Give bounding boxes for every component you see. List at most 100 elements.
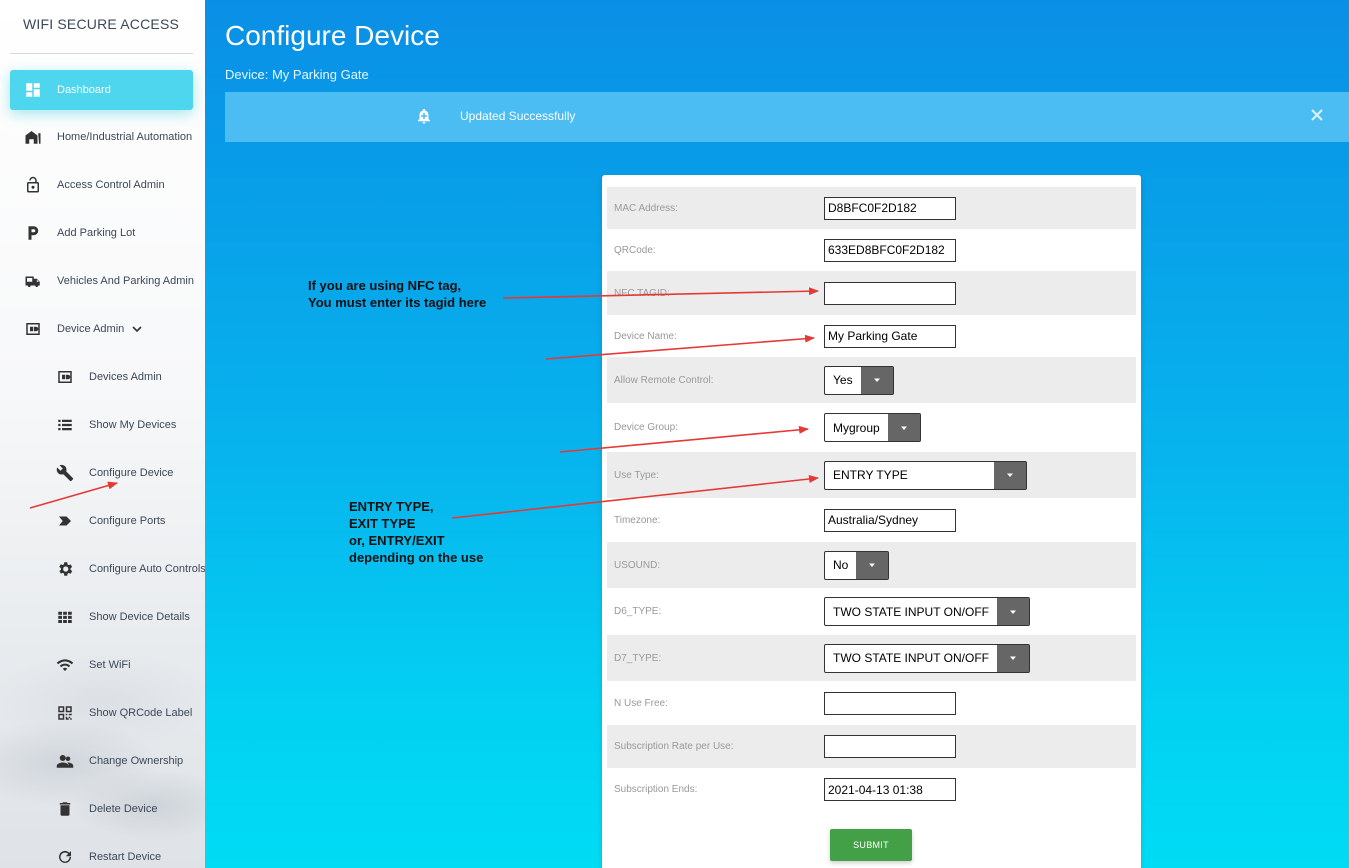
form-row-usound: USOUND: No [607, 542, 1136, 588]
success-alert: Updated Successfully [225, 92, 1349, 142]
subscription-rate-input[interactable] [824, 735, 956, 758]
remote-control-label: Allow Remote Control: [614, 374, 714, 386]
form-row-d7-type: D7_TYPE: TWO STATE INPUT ON/OFF [607, 635, 1136, 681]
sidebar-item-label: Configure Auto Controls [89, 563, 205, 575]
form-row-timezone: Timezone: Australia/Sydney [607, 498, 1136, 542]
d7-type-select[interactable]: TWO STATE INPUT ON/OFF [824, 643, 1030, 673]
sidebar-item-configure-auto-controls[interactable]: Configure Auto Controls [10, 549, 205, 589]
page-subtitle: Device: My Parking Gate [225, 67, 369, 82]
mac-address-input[interactable]: D8BFC0F2D182 [824, 196, 956, 220]
gear-icon [55, 559, 75, 579]
parking-icon [23, 223, 43, 243]
use-type-annotation: ENTRY TYPE, EXIT TYPE or, ENTRY/EXIT dep… [349, 498, 483, 566]
form-row-d6-type: D6_TYPE: TWO STATE INPUT ON/OFF [607, 588, 1136, 635]
sidebar-item-label: Set WiFi [89, 659, 131, 671]
annotation-line: EXIT TYPE [349, 516, 416, 531]
sidebar-item-home-automation[interactable]: Home/Industrial Automation [10, 117, 205, 157]
sidebar-item-label: Change Ownership [89, 755, 184, 767]
dropdown-arrow-icon [860, 366, 893, 394]
sidebar-item-label: Configure Device [89, 467, 174, 479]
wrench-icon [55, 463, 75, 483]
sidebar-item-vehicles-parking[interactable]: Vehicles And Parking Admin [10, 261, 205, 301]
main-content: Configure Device Device: My Parking Gate… [205, 0, 1349, 868]
sidebar-item-devices-admin[interactable]: Devices Admin [10, 357, 205, 397]
subscription-ends-label: Subscription Ends: [614, 784, 698, 795]
form-row-use-type: Use Type: ENTRY TYPE [607, 452, 1136, 498]
subscription-ends-input[interactable]: 2021-04-13 01:38 [824, 778, 956, 801]
refresh-icon [55, 847, 75, 867]
sidebar-item-set-wifi[interactable]: Set WiFi [10, 645, 205, 685]
device-admin-icon [23, 319, 43, 339]
form-row-subscription-rate: Subscription Rate per Use: [607, 725, 1136, 768]
use-type-label: Use Type: [614, 469, 659, 481]
qrcode-input[interactable]: 633ED8BFC0F2D182 [824, 238, 956, 262]
nfc-tagid-input[interactable] [824, 281, 956, 305]
close-icon[interactable] [1310, 108, 1326, 124]
dropdown-arrow-icon [856, 551, 889, 579]
sidebar-item-delete-device[interactable]: Delete Device [10, 789, 205, 829]
d6-type-select[interactable]: TWO STATE INPUT ON/OFF [824, 597, 1030, 626]
vehicles-icon [23, 271, 43, 291]
form-row-n-use-free: N Use Free: [607, 681, 1136, 725]
remote-control-select[interactable]: Yes [824, 365, 894, 395]
sidebar-item-label: Devices Admin [89, 371, 162, 383]
d7-type-label: D7_TYPE: [614, 652, 662, 664]
sidebar-item-label: Access Control Admin [57, 179, 165, 191]
select-value: TWO STATE INPUT ON/OFF [833, 604, 989, 619]
sidebar-item-configure-device[interactable]: Configure Device [10, 453, 205, 493]
select-value: TWO STATE INPUT ON/OFF [833, 651, 989, 665]
brand-title: WIFI SECURE ACCESS [22, 16, 180, 32]
select-value: ENTRY TYPE [833, 468, 908, 482]
select-value: Yes [833, 373, 853, 387]
form-row-nfc: NFC TAGID: [607, 271, 1136, 315]
grid-icon [55, 607, 75, 627]
dropdown-arrow-icon [997, 644, 1029, 672]
sidebar-item-restart-device[interactable]: Restart Device [10, 837, 205, 868]
select-value: No [833, 558, 849, 572]
sidebar-item-label: Restart Device [89, 851, 162, 863]
wifi-icon [55, 655, 75, 675]
sidebar-item-add-parking-lot[interactable]: Add Parking Lot [10, 213, 205, 253]
dropdown-arrow-icon [887, 414, 920, 441]
sidebar-item-label: Vehicles And Parking Admin [57, 275, 194, 287]
form-row-remote-control: Allow Remote Control: Yes [607, 357, 1136, 403]
timezone-label: Timezone: [614, 514, 661, 526]
usound-select[interactable]: No [824, 550, 890, 580]
device-name-label: Device Name: [614, 330, 677, 342]
submit-button[interactable]: SUBMIT [830, 829, 912, 861]
dropdown-arrow-icon [994, 461, 1026, 489]
sidebar-item-label: Home/Industrial Automation [57, 131, 193, 143]
qrcode-label: QRCode: [614, 244, 656, 256]
people-icon [55, 751, 75, 771]
sidebar-item-show-device-details[interactable]: Show Device Details [10, 597, 205, 637]
sidebar-item-label: Dashboard [57, 84, 111, 96]
timezone-input[interactable]: Australia/Sydney [824, 508, 956, 532]
sidebar: WIFI SECURE ACCESS Dashboard Home/Indust… [0, 0, 205, 868]
notification-add-icon [415, 107, 435, 127]
sidebar-item-label: Show QRCode Label [89, 707, 193, 719]
sidebar-item-label: Show Device Details [89, 611, 190, 623]
sidebar-item-show-qrcode-label[interactable]: Show QRCode Label [10, 693, 205, 733]
sidebar-item-label: Device Admin [57, 323, 125, 335]
device-group-label: Device Group: [614, 422, 678, 433]
n-use-free-input[interactable] [824, 691, 956, 715]
brand-divider [10, 53, 193, 54]
sidebar-item-label: Add Parking Lot [57, 227, 136, 239]
qrcode-icon [55, 703, 75, 723]
form-row-device-group: Device Group: Mygroup [607, 403, 1136, 452]
sidebar-item-configure-ports[interactable]: Configure Ports [10, 501, 205, 541]
sidebar-item-dashboard[interactable]: Dashboard [10, 70, 193, 110]
sidebar-item-device-admin[interactable]: Device Admin [10, 309, 205, 349]
annotation-line: ENTRY TYPE, [349, 499, 434, 514]
n-use-free-label: N Use Free: [614, 697, 668, 709]
sidebar-item-label: Show My Devices [89, 419, 177, 431]
device-group-select[interactable]: Mygroup [824, 413, 921, 442]
sidebar-item-change-ownership[interactable]: Change Ownership [10, 741, 205, 781]
use-type-select[interactable]: ENTRY TYPE [824, 460, 1027, 490]
home-icon [23, 127, 43, 147]
sidebar-item-show-my-devices[interactable]: Show My Devices [10, 405, 205, 445]
mac-label: MAC Address: [614, 202, 678, 214]
sidebar-item-access-control[interactable]: Access Control Admin [10, 165, 205, 205]
d6-type-label: D6_TYPE: [614, 606, 662, 617]
device-name-input[interactable]: My Parking Gate [824, 324, 956, 348]
